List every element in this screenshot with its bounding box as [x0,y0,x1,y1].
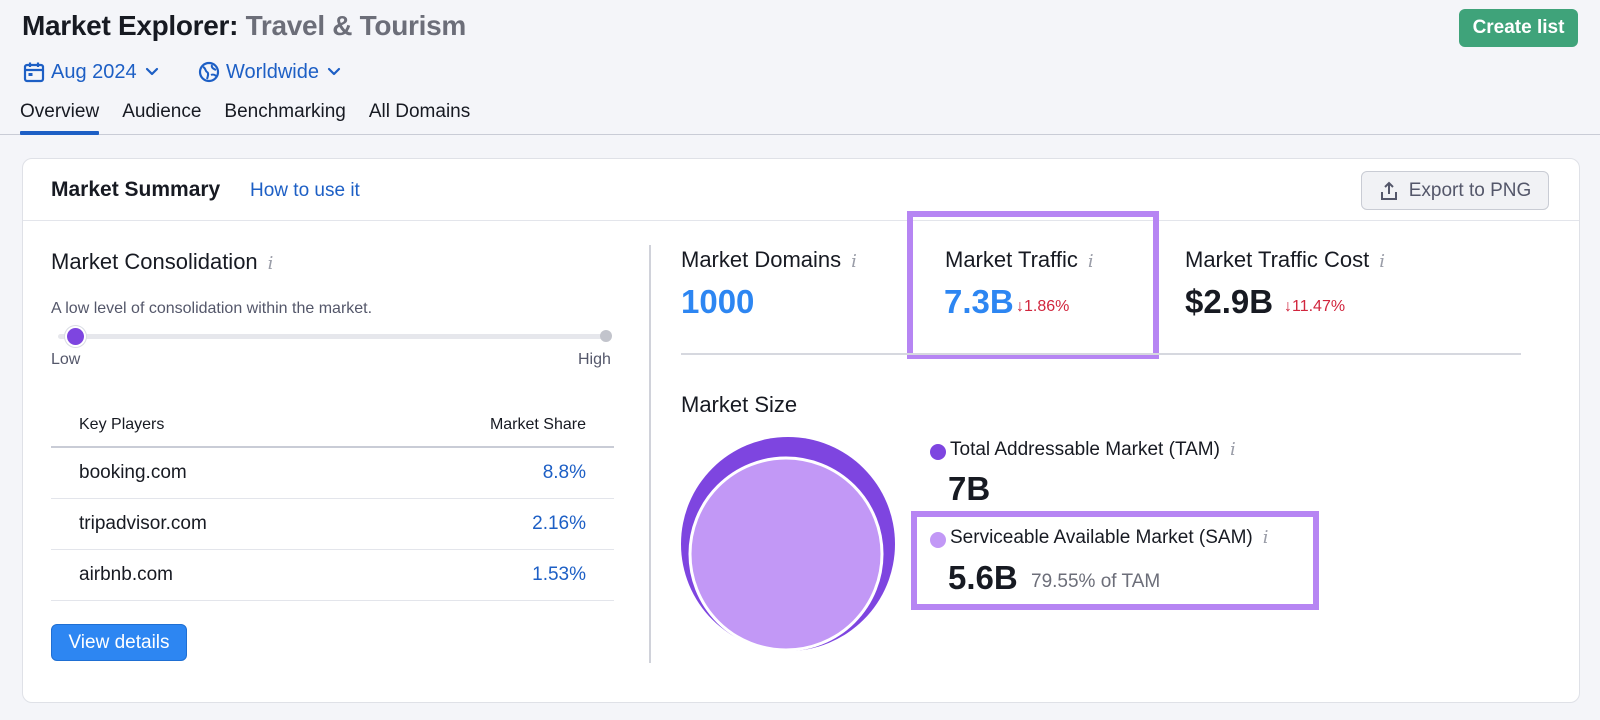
consolidation-panel: Market Consolidation i A low level of con… [23,221,663,704]
market-domains-label-text: Market Domains [681,247,842,272]
traffic-highlight-box [907,211,1159,359]
tam-label-text: Total Addressable Market (TAM) [950,439,1220,460]
consolidation-scale-track [58,334,609,339]
export-icon [1380,181,1397,200]
market-summary-title: Market Summary [51,178,221,201]
table-row: airbnb.com 1.53% [51,550,614,601]
chevron-down-icon [327,67,341,77]
table-row: booking.com 8.8% [51,448,614,499]
date-filter-label: Aug 2024 [51,60,137,83]
info-icon[interactable]: i [851,251,857,272]
market-share-header: Market Share [489,415,586,433]
player-share[interactable]: 1.53% [532,564,586,586]
scale-high-label: High [578,351,611,368]
market-domains-label: Market Domains i [681,247,857,273]
market-domains-value[interactable]: 1000 [681,283,754,321]
tab-all-domains[interactable]: All Domains [369,101,470,132]
region-filter-dropdown[interactable]: Worldwide [198,57,341,87]
market-traffic-cost-value: $2.9B [1185,283,1274,320]
tab-overview[interactable]: Overview [20,101,100,135]
market-summary-card: Market Summary How to use it Export to P… [22,158,1580,703]
player-domain: airbnb.com [79,564,173,585]
date-filter-dropdown[interactable]: Aug 2024 [23,57,159,87]
player-domain: tripadvisor.com [79,513,207,534]
how-to-use-link[interactable]: How to use it [250,180,360,202]
consolidation-description: A low level of consolidation within the … [51,300,373,317]
tab-benchmarking[interactable]: Benchmarking [224,101,345,132]
key-players-table: Key Players Market Share booking.com 8.8… [51,403,614,601]
tab-audience[interactable]: Audience [122,101,201,132]
tab-bar: Overview Audience Benchmarking All Domai… [20,101,493,135]
tam-value: 7B [948,470,991,507]
page-title-main: Market Explorer: [22,10,239,41]
create-list-button[interactable]: Create list [1459,9,1578,47]
table-row: tripadvisor.com 2.16% [51,499,614,550]
globe-icon [198,61,220,83]
consolidation-scale-end [600,330,612,342]
metrics-divider [681,353,1521,355]
consolidation-level-marker [66,328,84,345]
scale-low-label: Low [51,351,81,368]
sam-highlight-box [911,511,1319,610]
chevron-down-icon [145,67,159,77]
table-header: Key Players Market Share [51,403,614,448]
consolidation-heading: Market Consolidation i [51,249,273,275]
export-label: Export to PNG [1408,179,1532,201]
market-size-title: Market Size [681,392,798,417]
page-title: Market Explorer: Travel & Tourism [22,10,466,42]
page-header: Market Explorer: Travel & Tourism Create… [0,0,1600,135]
card-header: Market Summary How to use it Export to P… [23,159,1579,221]
view-details-button[interactable]: View details [51,624,187,661]
player-share[interactable]: 8.8% [543,462,586,484]
consolidation-title: Market Consolidation [51,249,258,274]
info-icon[interactable]: i [1379,251,1385,272]
sam-circle [688,456,884,651]
market-traffic-cost-label: Market Traffic Cost i [1185,247,1385,273]
info-icon[interactable]: i [1230,439,1236,460]
calendar-icon [23,61,45,83]
market-traffic-cost-label-text: Market Traffic Cost [1185,247,1370,272]
key-players-header: Key Players [79,415,165,433]
info-icon[interactable]: i [268,253,274,274]
tam-label: Total Addressable Market (TAM) i [950,439,1236,461]
market-size-bubble-chart [681,437,895,651]
player-domain: booking.com [79,462,187,483]
panel-divider [649,245,651,663]
tam-legend-dot [930,444,946,460]
page-title-market: Travel & Tourism [245,10,467,41]
player-share[interactable]: 2.16% [532,513,586,535]
market-traffic-cost-change: ↓11.47% [1284,298,1346,315]
export-png-button[interactable]: Export to PNG [1361,171,1549,210]
region-filter-label: Worldwide [226,60,319,83]
